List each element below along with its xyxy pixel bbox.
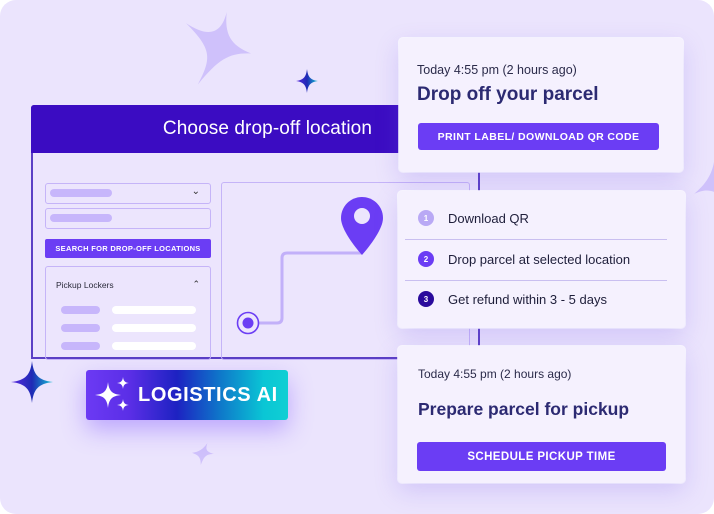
step-label: Get refund within 3 - 5 days <box>448 291 607 307</box>
pickup-title: Prepare parcel for pickup <box>418 399 630 419</box>
sparkles-icon <box>95 377 129 411</box>
pickup-card: Today 4:55 pm (2 hours ago) Prepare parc… <box>398 346 685 483</box>
small-gradient-star-icon <box>296 69 318 93</box>
step-item: 3 Get refund within 3 - 5 days <box>418 279 678 319</box>
step-label: Drop parcel at selected location <box>448 251 631 267</box>
search-drop-off-locations-button[interactable]: SEARCH FOR DROP-OFF LOCATIONS <box>45 239 211 258</box>
address-input[interactable] <box>45 208 211 229</box>
target-circle-icon <box>236 311 260 335</box>
step-item: 1 Download QR <box>418 198 678 238</box>
print-label-button[interactable]: PRINT LABEL/ DOWNLOAD QR CODE <box>418 123 659 150</box>
edge-star-icon <box>694 162 714 194</box>
logistics-ai-badge: LOGISTICS AI <box>86 370 288 420</box>
schedule-pickup-button[interactable]: SCHEDULE PICKUP TIME <box>417 442 666 471</box>
locker-name-placeholder <box>61 306 100 314</box>
step-label: Download QR <box>448 210 529 226</box>
bottom-star-icon <box>192 443 214 465</box>
drop-off-card: Today 4:55 pm (2 hours ago) Drop off you… <box>399 38 683 172</box>
large-star-icon <box>186 12 252 85</box>
step-number-badge: 2 <box>418 251 434 267</box>
steps-card: 1 Download QR 2 Drop parcel at selected … <box>398 191 685 328</box>
locker-address-placeholder <box>112 342 196 350</box>
drop-off-title: Drop off your parcel <box>417 84 599 105</box>
chevron-up-icon[interactable]: ⌃ <box>192 279 200 290</box>
lockers-section-title: Pickup Lockers <box>56 280 114 290</box>
chevron-down-icon: ⌄ <box>191 186 200 197</box>
step-number-badge: 3 <box>418 291 434 307</box>
location-dropdown[interactable]: ⌄ <box>45 183 211 204</box>
locker-address-placeholder <box>112 306 196 314</box>
map-pin-icon <box>341 197 383 255</box>
badge-label: LOGISTICS AI <box>138 383 278 406</box>
locker-address-placeholder <box>112 324 196 332</box>
left-gradient-star-icon <box>11 361 53 403</box>
window-title: Choose drop-off location <box>162 118 372 139</box>
pickup-lockers-panel: Pickup Lockers ⌃ <box>45 266 211 360</box>
locker-name-placeholder <box>61 324 100 332</box>
step-number-badge: 1 <box>418 210 434 226</box>
step-item: 2 Drop parcel at selected location <box>418 239 678 279</box>
dropdown-value-placeholder <box>50 189 112 197</box>
pickup-timestamp: Today 4:55 pm (2 hours ago) <box>418 367 572 381</box>
drop-off-timestamp: Today 4:55 pm (2 hours ago) <box>417 63 577 77</box>
input-value-placeholder <box>50 214 112 222</box>
locker-name-placeholder <box>61 342 100 350</box>
hero-canvas: Choose drop-off location ⌄ SEARCH FOR DR… <box>0 0 714 514</box>
